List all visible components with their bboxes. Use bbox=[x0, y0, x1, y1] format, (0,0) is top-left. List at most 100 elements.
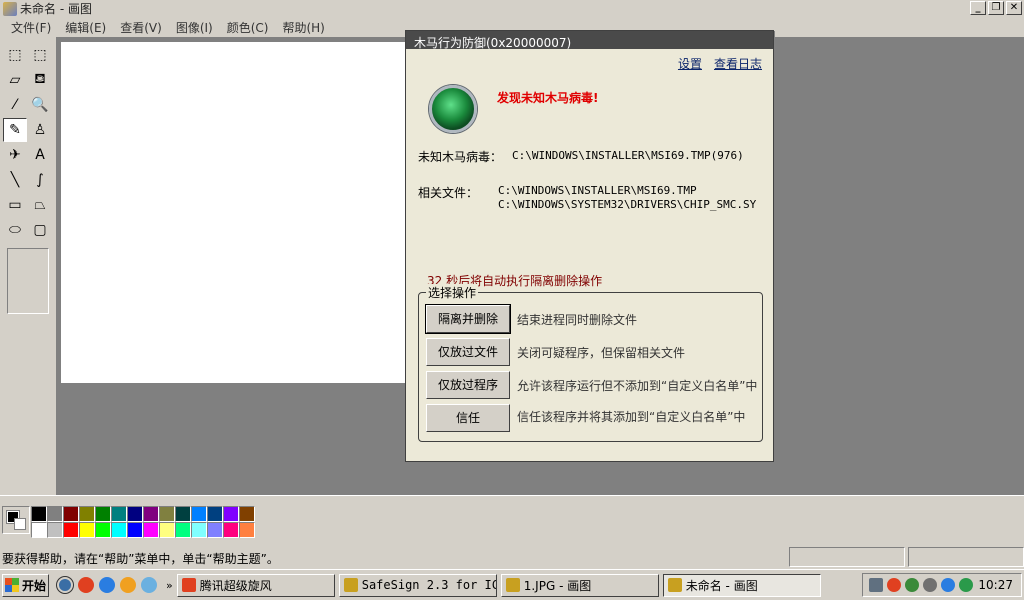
quarantine-delete-button[interactable]: 隔离并删除 bbox=[425, 304, 511, 334]
color-swatch[interactable] bbox=[127, 506, 143, 522]
color-swatch[interactable] bbox=[239, 522, 255, 538]
color-palette-bar bbox=[0, 495, 1024, 545]
virus-value: C:\WINDOWS\INSTALLER\MSI69.TMP(976) bbox=[512, 149, 744, 162]
color-swatch[interactable] bbox=[239, 506, 255, 522]
related-file-2: C:\WINDOWS\SYSTEM32\DRIVERS\CHIP_SMC.SY bbox=[498, 198, 757, 211]
status-coords-cell bbox=[789, 547, 905, 567]
color-swatch[interactable] bbox=[191, 506, 207, 522]
color-swatch[interactable] bbox=[207, 522, 223, 538]
task-label: 1.JPG - 画图 bbox=[523, 578, 592, 593]
rectangle-tool-icon[interactable]: ▭ bbox=[3, 193, 27, 217]
trust-button[interactable]: 信任 bbox=[426, 404, 510, 432]
color-swatch[interactable] bbox=[207, 506, 223, 522]
text-tool-icon[interactable]: A bbox=[28, 143, 52, 167]
color-swatch[interactable] bbox=[95, 506, 111, 522]
view-log-link[interactable]: 查看日志 bbox=[714, 55, 762, 72]
internet-explorer-icon[interactable] bbox=[99, 577, 115, 593]
color-swatch[interactable] bbox=[111, 522, 127, 538]
task-safesign[interactable]: SafeSign 2.3 for IC... bbox=[338, 573, 497, 597]
menu-image[interactable]: 图像(I) bbox=[169, 19, 220, 36]
background-color bbox=[14, 518, 26, 530]
start-label: 开始 bbox=[22, 578, 47, 593]
tool-options-panel[interactable] bbox=[7, 248, 49, 314]
color-swatch[interactable] bbox=[79, 506, 95, 522]
color-swatch[interactable] bbox=[31, 522, 47, 538]
magnifier-tool-icon[interactable]: 🔍 bbox=[28, 93, 52, 117]
brush-tool-icon[interactable]: ♙ bbox=[28, 118, 52, 142]
task-tencent-xuanfeng[interactable]: 腾讯超级旋风 bbox=[176, 573, 335, 597]
rounded-rect-tool-icon[interactable]: ▢ bbox=[28, 218, 52, 242]
clock[interactable]: 10:27 bbox=[978, 578, 1013, 592]
allow-program-desc: 允许该程序运行但不添加到“自定义白名单”中 bbox=[517, 379, 758, 393]
color-swatch[interactable] bbox=[95, 522, 111, 538]
quick-launch-chevron[interactable]: » bbox=[166, 579, 173, 592]
system-tray: 10:27 bbox=[862, 573, 1022, 597]
windows-logo-icon bbox=[5, 578, 19, 592]
menu-help[interactable]: 帮助(H) bbox=[275, 19, 331, 36]
task-paint-1jpg[interactable]: 1.JPG - 画图 bbox=[500, 573, 659, 597]
fill-tool-icon[interactable]: ⛾ bbox=[28, 68, 52, 92]
close-button[interactable]: ✕ bbox=[1006, 1, 1022, 15]
restore-button[interactable]: ❐ bbox=[988, 1, 1004, 15]
umbrella-icon[interactable] bbox=[959, 578, 973, 592]
color-picker-tool-icon[interactable]: ⁄ bbox=[3, 93, 27, 117]
task-paint-untitled[interactable]: 未命名 - 画图 bbox=[662, 573, 821, 597]
qq-messenger-icon[interactable] bbox=[120, 577, 136, 593]
polygon-tool-icon[interactable]: ⏢ bbox=[28, 193, 52, 217]
menu-file[interactable]: 文件(F) bbox=[4, 19, 58, 36]
current-colors[interactable] bbox=[2, 506, 30, 534]
radar-icon bbox=[429, 85, 477, 133]
allow-file-button[interactable]: 仅放过文件 bbox=[426, 338, 510, 366]
line-tool-icon[interactable]: ╲ bbox=[3, 168, 27, 192]
trust-desc: 信任该程序并将其添加到“自定义白名单”中 bbox=[517, 410, 746, 424]
quick-launch: » bbox=[57, 577, 173, 593]
color-swatch[interactable] bbox=[63, 522, 79, 538]
paint-app-icon[interactable] bbox=[3, 1, 17, 16]
minimize-button[interactable]: _ bbox=[970, 1, 986, 15]
color-swatch[interactable] bbox=[47, 522, 63, 538]
rect-select-tool-icon[interactable]: ⬚ bbox=[28, 43, 52, 67]
settings-link[interactable]: 设置 bbox=[678, 55, 702, 72]
taskbar: 开始 » 腾讯超级旋风 SafeSign 2.3 for IC... 1.JPG… bbox=[0, 569, 1024, 600]
color-swatch[interactable] bbox=[127, 522, 143, 538]
color-swatch[interactable] bbox=[175, 522, 191, 538]
color-swatch[interactable] bbox=[223, 522, 239, 538]
network-icon[interactable] bbox=[905, 578, 919, 592]
volume-icon[interactable] bbox=[923, 578, 937, 592]
menu-edit[interactable]: 编辑(E) bbox=[58, 19, 113, 36]
color-swatch[interactable] bbox=[159, 522, 175, 538]
color-swatch[interactable] bbox=[143, 522, 159, 538]
curve-tool-icon[interactable]: ∫ bbox=[28, 168, 52, 192]
safesign-icon bbox=[343, 578, 358, 592]
qq-tray-icon[interactable] bbox=[887, 578, 901, 592]
dialog-title: 木马行为防御(0x20000007) bbox=[406, 31, 773, 50]
menu-colors[interactable]: 颜色(C) bbox=[220, 19, 276, 36]
allow-program-button[interactable]: 仅放过程序 bbox=[426, 371, 510, 399]
menu-view[interactable]: 查看(V) bbox=[113, 19, 169, 36]
color-swatch[interactable] bbox=[223, 506, 239, 522]
pencil-tool-icon[interactable]: ✎ bbox=[3, 118, 27, 142]
media-player-icon[interactable] bbox=[57, 577, 73, 593]
eraser-tool-icon[interactable]: ▱ bbox=[3, 68, 27, 92]
color-swatch[interactable] bbox=[175, 506, 191, 522]
browser-tray-icon[interactable] bbox=[941, 578, 955, 592]
color-swatch[interactable] bbox=[63, 506, 79, 522]
color-swatch[interactable] bbox=[143, 506, 159, 522]
related-files-label: 相关文件： bbox=[418, 186, 479, 200]
security-shield-icon[interactable] bbox=[141, 577, 157, 593]
color-swatch[interactable] bbox=[191, 522, 207, 538]
color-swatch[interactable] bbox=[111, 506, 127, 522]
color-swatch[interactable] bbox=[159, 506, 175, 522]
airbrush-tool-icon[interactable]: ✈ bbox=[3, 143, 27, 167]
status-help-text: 要获得帮助，请在“帮助”菜单中，单击“帮助主题”。 bbox=[2, 552, 279, 566]
keyboard-icon[interactable] bbox=[869, 578, 883, 592]
color-swatch[interactable] bbox=[79, 522, 95, 538]
color-swatch[interactable] bbox=[31, 506, 47, 522]
color-swatch[interactable] bbox=[47, 506, 63, 522]
status-bar: 要获得帮助，请在“帮助”菜单中，单击“帮助主题”。 bbox=[0, 545, 1024, 569]
free-select-tool-icon[interactable]: ⬚ bbox=[3, 43, 27, 67]
ellipse-tool-icon[interactable]: ⬭ bbox=[3, 218, 27, 242]
drawing-canvas[interactable] bbox=[61, 42, 407, 383]
qq-icon[interactable] bbox=[78, 577, 94, 593]
start-button[interactable]: 开始 bbox=[2, 573, 49, 597]
